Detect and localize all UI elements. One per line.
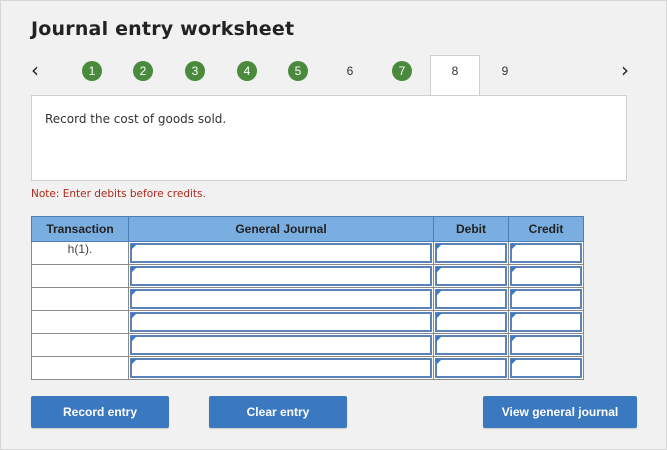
credit-input[interactable] — [510, 335, 582, 355]
step-9[interactable]: 9 — [495, 61, 515, 81]
account-cell — [128, 310, 434, 334]
debit-input[interactable] — [435, 289, 507, 309]
account-input[interactable] — [130, 312, 432, 332]
page-title: Journal entry worksheet — [31, 18, 295, 40]
next-arrow-icon[interactable]: › — [621, 59, 637, 81]
table-row — [31, 356, 584, 380]
account-cell — [128, 241, 434, 265]
step-4[interactable]: 4 — [237, 61, 257, 81]
credit-input[interactable] — [510, 243, 582, 263]
credit-input[interactable] — [510, 312, 582, 332]
account-input[interactable] — [130, 289, 432, 309]
step-7[interactable]: 7 — [392, 61, 412, 81]
table-row — [31, 264, 584, 288]
step-8-active-tab[interactable]: 8 — [430, 55, 480, 97]
note-text: Note: Enter debits before credits. — [31, 188, 206, 200]
debit-cell — [433, 333, 509, 357]
debit-input[interactable] — [435, 266, 507, 286]
credit-input[interactable] — [510, 266, 582, 286]
transaction-cell — [31, 356, 129, 380]
account-cell — [128, 333, 434, 357]
table-row — [31, 310, 584, 334]
transaction-cell — [31, 264, 129, 288]
instruction-text: Record the cost of goods sold. — [45, 112, 227, 126]
table-row: h(1). — [31, 241, 584, 265]
account-cell — [128, 287, 434, 311]
account-input[interactable] — [130, 266, 432, 286]
debit-cell — [433, 241, 509, 265]
step-1[interactable]: 1 — [82, 61, 102, 81]
credit-cell — [508, 264, 584, 288]
step-2[interactable]: 2 — [133, 61, 153, 81]
debit-input[interactable] — [435, 312, 507, 332]
view-general-journal-button[interactable]: View general journal — [483, 396, 637, 428]
clear-entry-button[interactable]: Clear entry — [209, 396, 347, 428]
account-cell — [128, 264, 434, 288]
transaction-cell — [31, 333, 129, 357]
debit-input[interactable] — [435, 243, 507, 263]
record-entry-button[interactable]: Record entry — [31, 396, 169, 428]
credit-input[interactable] — [510, 289, 582, 309]
journal-table: Transaction General Journal Debit Credit… — [31, 216, 584, 380]
transaction-cell — [31, 310, 129, 334]
transaction-cell — [31, 287, 129, 311]
debit-input[interactable] — [435, 335, 507, 355]
step-8-label: 8 — [451, 64, 459, 78]
credit-cell — [508, 333, 584, 357]
account-input[interactable] — [130, 358, 432, 378]
step-5[interactable]: 5 — [288, 61, 308, 81]
credit-cell — [508, 356, 584, 380]
step-3[interactable]: 3 — [185, 61, 205, 81]
credit-cell — [508, 287, 584, 311]
table-row — [31, 333, 584, 357]
header-credit: Credit — [508, 216, 584, 242]
worksheet-panel: Journal entry worksheet ‹ 1 2 3 4 5 6 7 … — [0, 0, 667, 450]
debit-cell — [433, 264, 509, 288]
header-general-journal: General Journal — [128, 216, 434, 242]
debit-input[interactable] — [435, 358, 507, 378]
debit-cell — [433, 287, 509, 311]
header-debit: Debit — [433, 216, 509, 242]
table-row — [31, 287, 584, 311]
account-input[interactable] — [130, 335, 432, 355]
credit-cell — [508, 310, 584, 334]
step-6[interactable]: 6 — [340, 61, 360, 81]
transaction-cell: h(1). — [31, 241, 129, 265]
account-input[interactable] — [130, 243, 432, 263]
instruction-box: Record the cost of goods sold. — [31, 95, 627, 181]
debit-cell — [433, 310, 509, 334]
prev-arrow-icon[interactable]: ‹ — [31, 59, 47, 81]
header-transaction: Transaction — [31, 216, 129, 242]
table-header-row: Transaction General Journal Debit Credit — [31, 216, 584, 242]
account-cell — [128, 356, 434, 380]
credit-input[interactable] — [510, 358, 582, 378]
debit-cell — [433, 356, 509, 380]
credit-cell — [508, 241, 584, 265]
